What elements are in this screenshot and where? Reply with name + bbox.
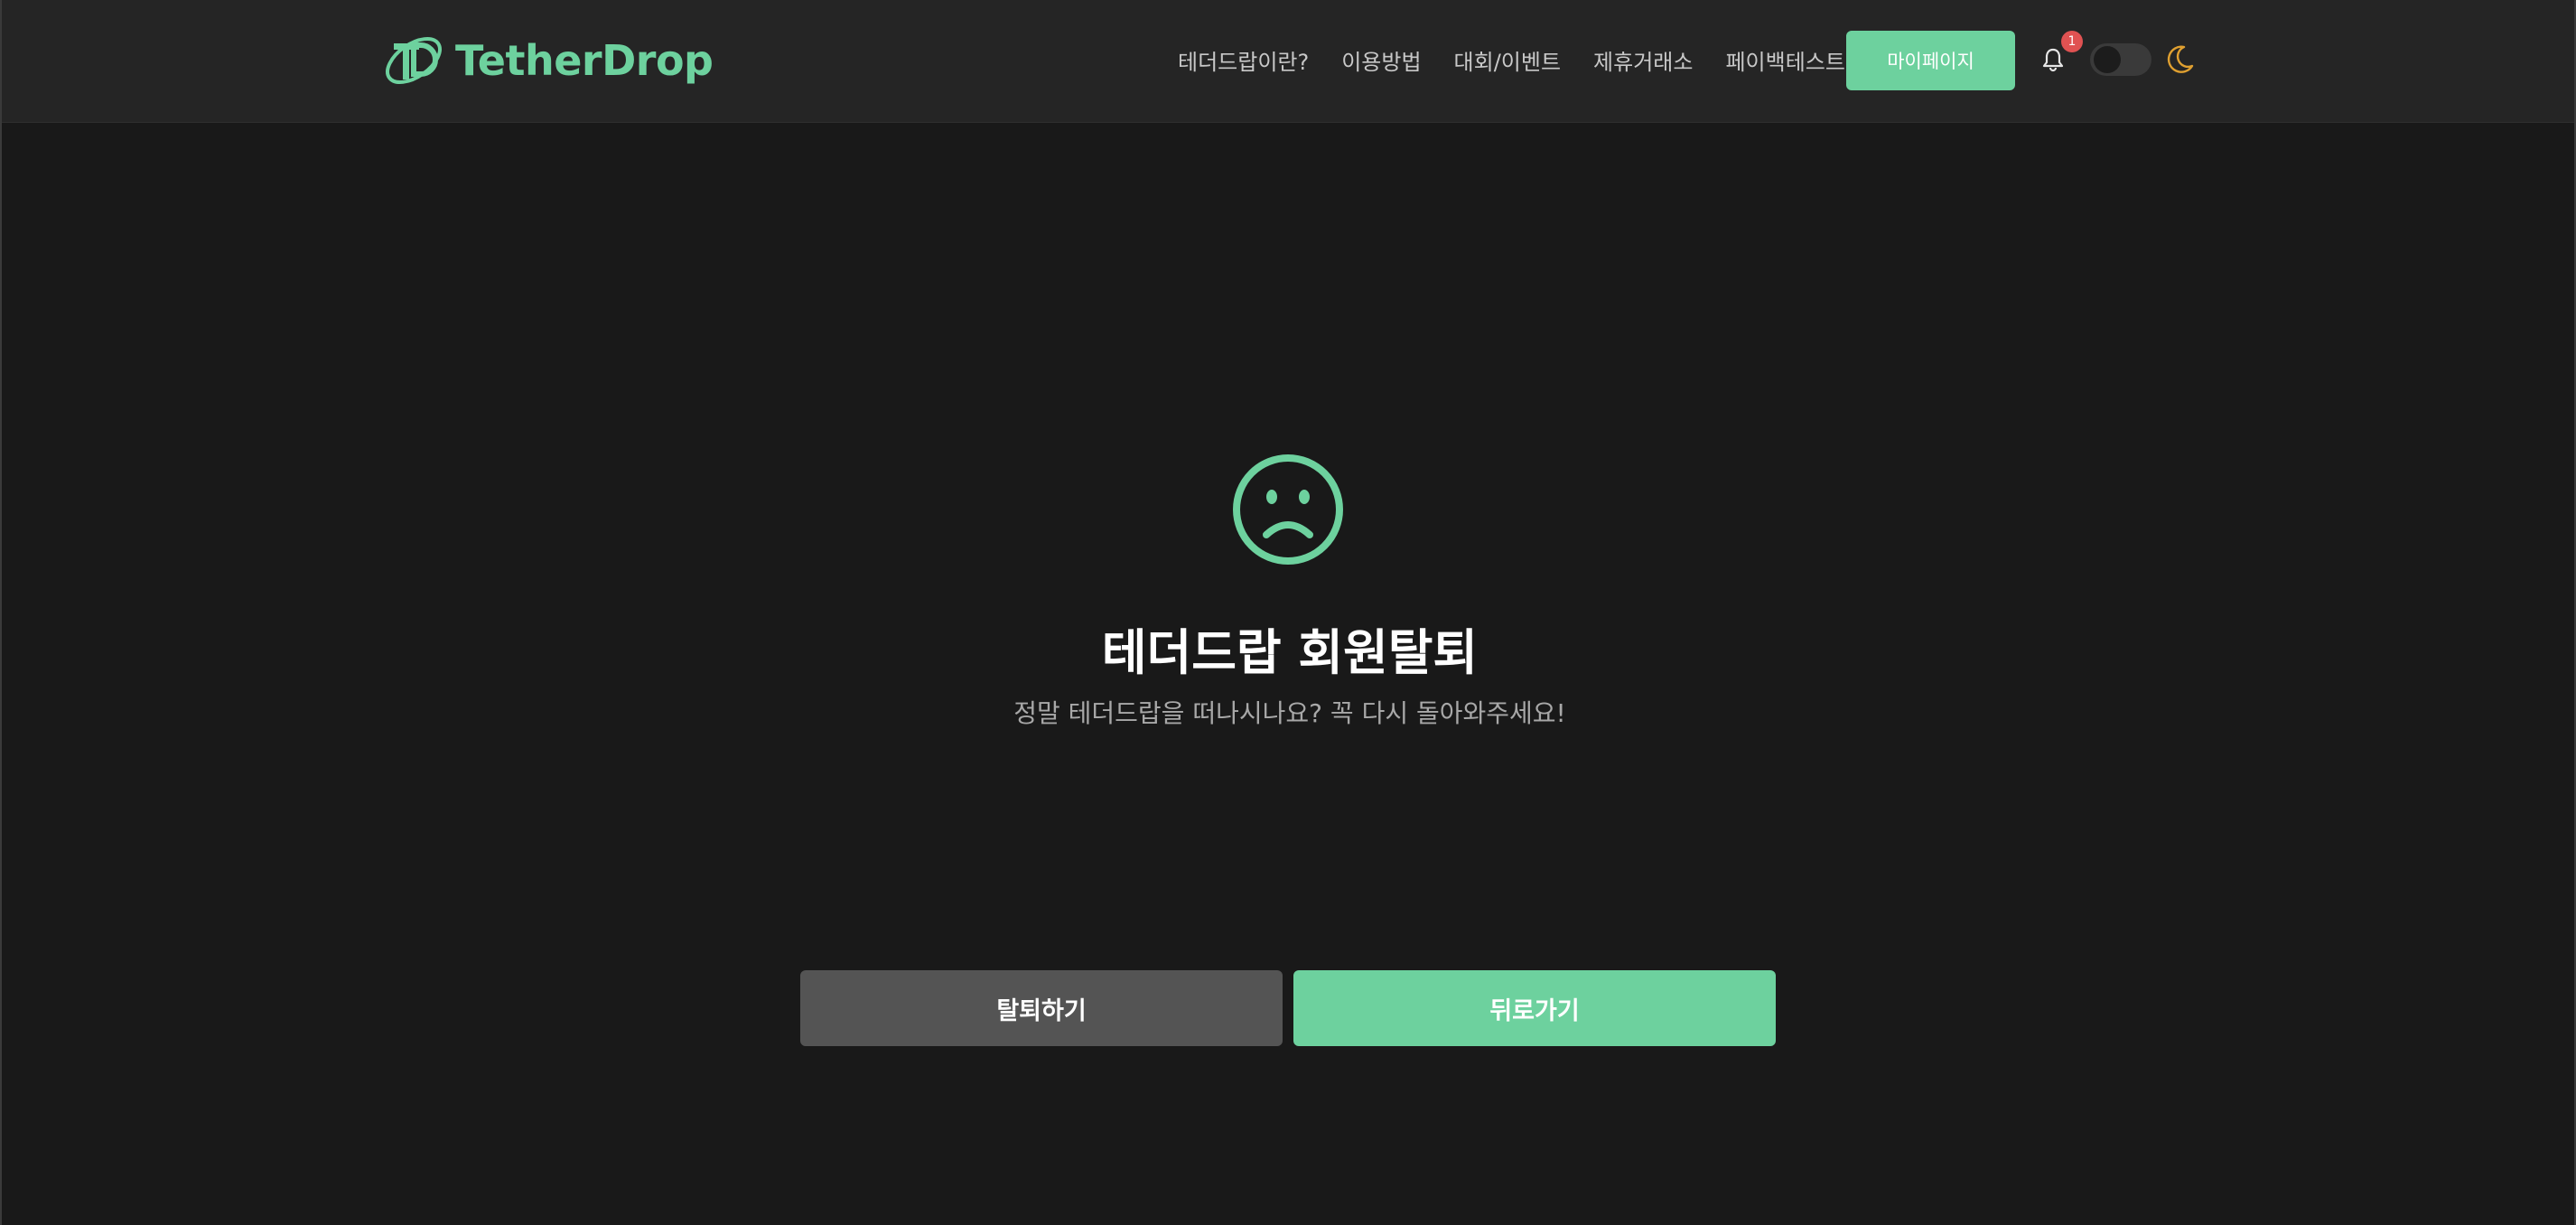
toggle-knob [2094,46,2121,73]
moon-icon[interactable] [2164,43,2195,76]
tetherdrop-logo-icon [386,37,442,84]
dark-mode-toggle[interactable] [2090,43,2151,76]
nav-item-payback-test[interactable]: 페이백테스트 [1725,44,1844,76]
top-navbar: TetherDrop 테더드랍이란? 이용방법 대회/이벤트 제휴거래소 페이백… [2,0,2574,123]
withdraw-button[interactable]: 탈퇴하기 [800,970,1283,1046]
mypage-button[interactable]: 마이페이지 [1846,31,2015,90]
page: TetherDrop 테더드랍이란? 이용방법 대회/이벤트 제휴거래소 페이백… [0,0,2576,1225]
nav-item-about[interactable]: 테더드랍이란? [1178,44,1309,76]
nav-item-partner-exchanges[interactable]: 제휴거래소 [1593,44,1693,76]
brand-name: TetherDrop [455,36,714,85]
sad-face-icon [1233,454,1343,565]
main-nav: 테더드랍이란? 이용방법 대회/이벤트 제휴거래소 페이백테스트 [1178,40,1845,79]
page-title: 테더드랍 회원탈퇴 [1101,624,1479,681]
nav-item-how-to-use[interactable]: 이용방법 [1341,44,1421,76]
bell-icon[interactable] [2041,47,2065,72]
nav-item-events[interactable]: 대회/이벤트 [1454,44,1562,76]
back-button[interactable]: 뒤로가기 [1293,970,1776,1046]
page-subtitle: 정말 테더드랍을 떠나시나요? 꼭 다시 돌아와주세요! [1013,698,1566,728]
brand-logo[interactable]: TetherDrop [381,33,714,89]
notification-badge: 1 [2061,31,2083,52]
